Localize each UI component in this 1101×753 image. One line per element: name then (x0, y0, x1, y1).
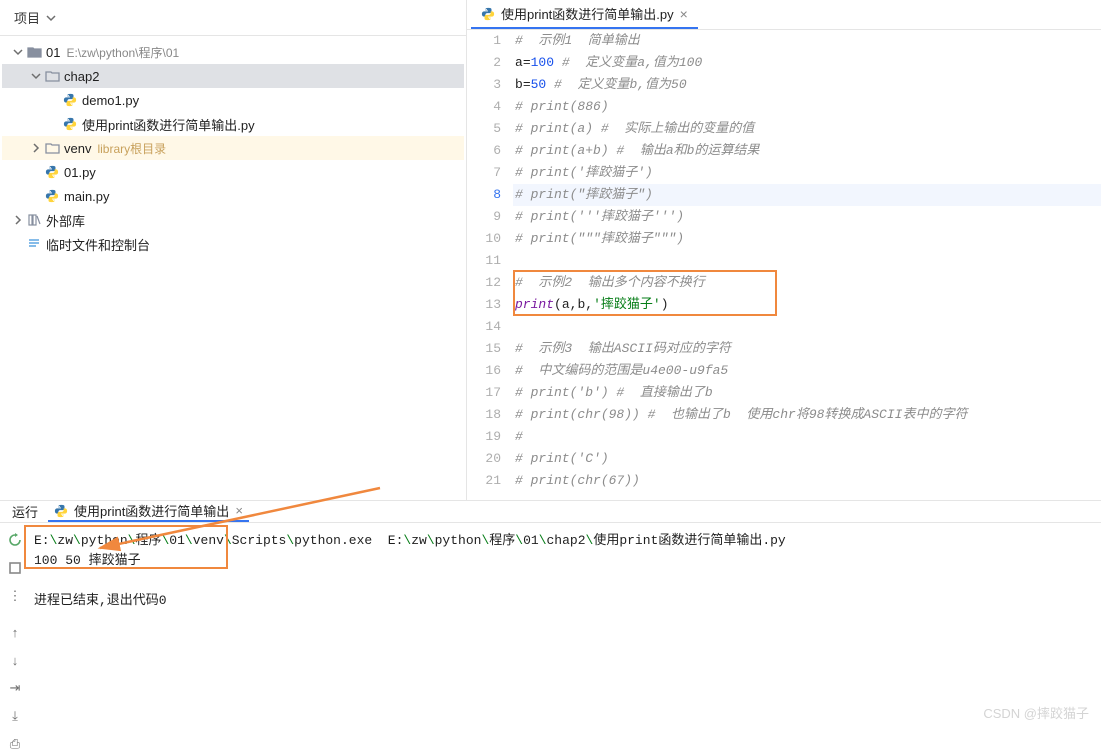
project-tree: 01 E:\zw\python\程序\01 chap2 demo1.py 使用p… (0, 36, 466, 500)
tree-label: 01 (46, 45, 60, 60)
console-output-line: 100 50 摔跤猫子 (34, 551, 1097, 571)
editor-code-area[interactable]: # 示例1 简单输出a=100 # 定义变量a,值为100b=50 # 定义变量… (513, 30, 1101, 500)
python-file-icon (481, 7, 495, 21)
run-tab[interactable]: 使用print函数进行简单输出 × (48, 501, 249, 522)
close-icon[interactable]: × (235, 503, 243, 518)
folder-icon (27, 46, 42, 58)
tree-label: chap2 (64, 69, 99, 84)
code-line[interactable]: # print(chr(67)) (513, 470, 1101, 492)
run-console[interactable]: E:\zw\python\程序\01\venv\Scripts\python.e… (30, 523, 1101, 753)
project-header[interactable]: 项目 (0, 0, 466, 36)
code-line[interactable]: # print(chr(98)) # 也输出了b 使用chr将98转换成ASCI… (513, 404, 1101, 426)
code-line[interactable]: # (513, 426, 1101, 448)
folder-icon (45, 70, 60, 82)
tree-folder-chap2[interactable]: chap2 (2, 64, 464, 88)
code-line[interactable]: a=100 # 定义变量a,值为100 (513, 52, 1101, 74)
python-file-icon (45, 165, 59, 179)
console-blank (34, 571, 1097, 591)
chevron-down-icon (13, 47, 23, 57)
stop-button[interactable] (6, 559, 24, 577)
tree-label: 使用print函数进行简单输出.py (82, 115, 255, 134)
code-line[interactable] (513, 316, 1101, 338)
editor-tab-active[interactable]: 使用print函数进行简单输出.py × (471, 0, 698, 29)
scratch-icon (27, 237, 41, 251)
editor-panel: 使用print函数进行简单输出.py × 1234567891011121314… (467, 0, 1101, 500)
library-icon (27, 213, 41, 227)
tree-file-01py[interactable]: 01.py (2, 160, 464, 184)
tree-label: demo1.py (82, 93, 139, 108)
code-line[interactable]: # print("""摔跤猫子""") (513, 228, 1101, 250)
console-exit-line: 进程已结束,退出代码0 (34, 591, 1097, 611)
run-panel: 运行 使用print函数进行简单输出 × ⋮ ↑ ↓ ⇥ ⤓ ⎙ E:\zw\p… (0, 500, 1101, 730)
code-line[interactable]: # print(a) # 实际上输出的变量的值 (513, 118, 1101, 140)
chevron-down-icon (46, 13, 56, 23)
code-line[interactable]: print(a,b,'摔跤猫子') (513, 294, 1101, 316)
scroll-to-end-icon[interactable]: ⤓ (6, 707, 24, 725)
chevron-right-icon (13, 215, 23, 225)
tree-folder-venv[interactable]: venv library根目录 (2, 136, 464, 160)
tree-label: main.py (64, 189, 110, 204)
code-editor[interactable]: 123456789101112131415161718192021 # 示例1 … (467, 30, 1101, 500)
code-line[interactable]: # print("摔跤猫子") (513, 184, 1101, 206)
chevron-right-icon (31, 143, 41, 153)
code-line[interactable]: # print(886) (513, 96, 1101, 118)
python-file-icon (63, 93, 77, 107)
tree-label: 临时文件和控制台 (46, 235, 150, 254)
code-line[interactable]: b=50 # 定义变量b,值为50 (513, 74, 1101, 96)
code-line[interactable]: # print('C') (513, 448, 1101, 470)
tree-file-main[interactable]: main.py (2, 184, 464, 208)
run-tab-label: 使用print函数进行简单输出 (74, 501, 229, 520)
folder-icon (45, 142, 60, 154)
code-line[interactable]: # 示例2 输出多个内容不换行 (513, 272, 1101, 294)
soft-wrap-icon[interactable]: ⇥ (6, 679, 24, 697)
tree-file-current[interactable]: 使用print函数进行简单输出.py (2, 112, 464, 136)
project-panel: 项目 01 E:\zw\python\程序\01 chap2 demo1.py (0, 0, 467, 500)
tree-label: 外部库 (46, 211, 85, 230)
down-arrow-icon[interactable]: ↓ (6, 651, 24, 669)
tree-scratches[interactable]: 临时文件和控制台 (2, 232, 464, 256)
tree-path: E:\zw\python\程序\01 (66, 44, 179, 61)
run-panel-header: 运行 使用print函数进行简单输出 × (0, 501, 1101, 523)
tree-file-demo1[interactable]: demo1.py (2, 88, 464, 112)
python-file-icon (45, 189, 59, 203)
python-file-icon (63, 117, 77, 131)
chevron-down-icon (31, 71, 41, 81)
editor-tabs: 使用print函数进行简单输出.py × (467, 0, 1101, 30)
up-arrow-icon[interactable]: ↑ (6, 623, 24, 641)
editor-gutter: 123456789101112131415161718192021 (467, 30, 513, 500)
print-icon[interactable]: ⎙ (6, 735, 24, 753)
tree-hint: library根目录 (97, 140, 166, 157)
rerun-button[interactable] (6, 531, 24, 549)
run-toolbar: ⋮ ↑ ↓ ⇥ ⤓ ⎙ (0, 523, 30, 753)
console-command-line: E:\zw\python\程序\01\venv\Scripts\python.e… (34, 531, 1097, 551)
code-line[interactable] (513, 250, 1101, 272)
code-line[interactable]: # print('摔跤猫子') (513, 162, 1101, 184)
more-icon[interactable]: ⋮ (6, 587, 24, 605)
code-line[interactable]: # print(a+b) # 输出a和b的运算结果 (513, 140, 1101, 162)
code-line[interactable]: # 示例1 简单输出 (513, 30, 1101, 52)
code-line[interactable]: # 示例3 输出ASCII码对应的字符 (513, 338, 1101, 360)
code-line[interactable]: # print('b') # 直接输出了b (513, 382, 1101, 404)
project-header-label: 项目 (14, 8, 40, 27)
run-panel-title: 运行 (12, 502, 38, 521)
tab-label: 使用print函数进行简单输出.py (501, 4, 674, 23)
code-line[interactable]: # 中文编码的范围是u4e00-u9fa5 (513, 360, 1101, 382)
tree-external-libs[interactable]: 外部库 (2, 208, 464, 232)
tree-label: venv (64, 141, 91, 156)
close-icon[interactable]: × (680, 6, 688, 22)
tree-label: 01.py (64, 165, 96, 180)
tree-folder-root[interactable]: 01 E:\zw\python\程序\01 (2, 40, 464, 64)
watermark: CSDN @摔跤猫子 (983, 703, 1089, 722)
code-line[interactable]: # print('''摔跤猫子''') (513, 206, 1101, 228)
python-file-icon (54, 504, 68, 518)
